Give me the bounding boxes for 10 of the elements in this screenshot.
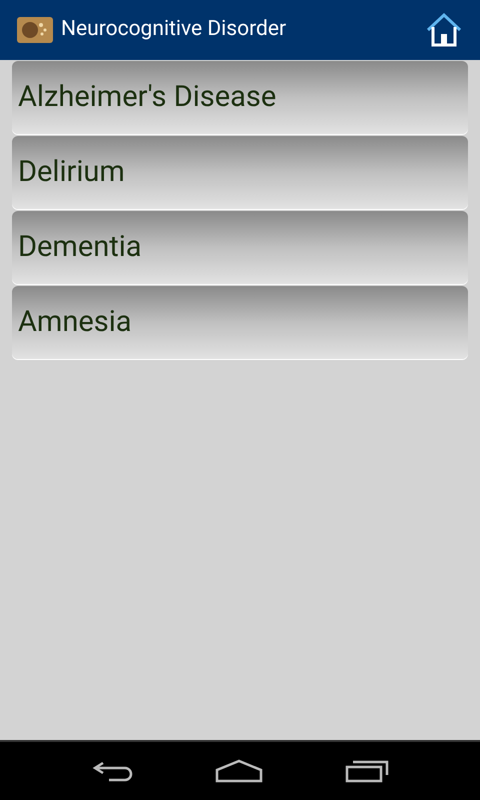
list-item[interactable]: Delirium <box>12 136 468 209</box>
back-icon[interactable] <box>91 759 133 783</box>
app-logo-icon <box>17 17 53 43</box>
app-title: Neurocognitive Disorder <box>61 16 286 44</box>
list-item[interactable]: Alzheimer's Disease <box>12 61 468 134</box>
home-icon[interactable] <box>425 12 463 48</box>
list-item[interactable]: Amnesia <box>12 286 468 359</box>
recent-apps-icon[interactable] <box>345 759 389 783</box>
home-icon[interactable] <box>215 759 263 783</box>
list-item[interactable]: Dementia <box>12 211 468 284</box>
